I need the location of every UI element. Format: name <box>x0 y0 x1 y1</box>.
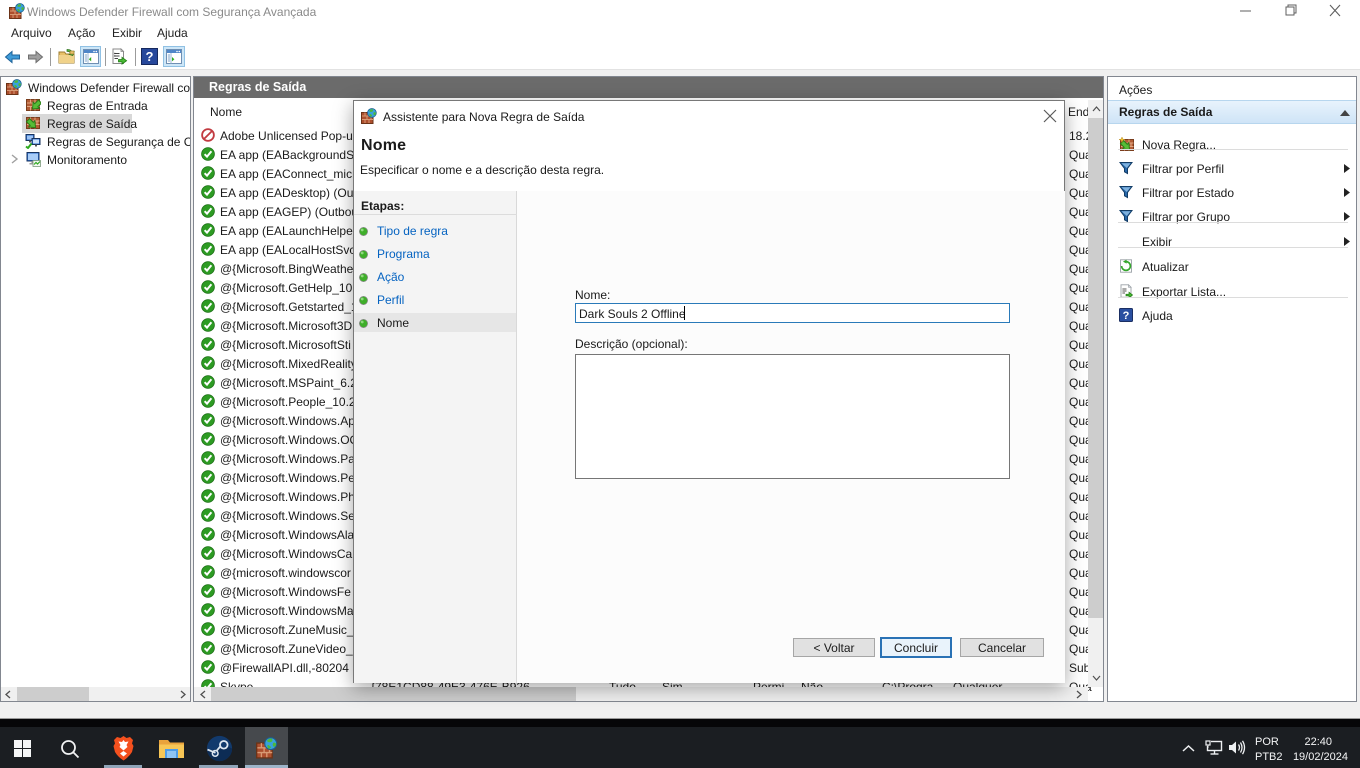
svg-text:?: ? <box>1123 310 1130 322</box>
svg-text:?: ? <box>146 49 154 64</box>
